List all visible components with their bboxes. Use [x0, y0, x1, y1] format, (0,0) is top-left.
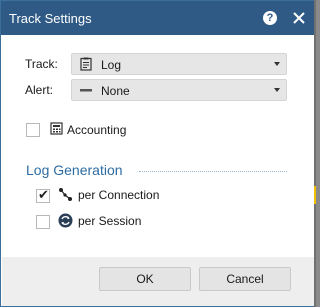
- per-session-label: per Session: [78, 214, 142, 228]
- track-value: Log: [101, 58, 122, 72]
- close-icon: [293, 12, 305, 24]
- chevron-down-icon: [274, 88, 280, 92]
- title-bar[interactable]: Track Settings ?: [1, 1, 315, 35]
- accounting-label: Accounting: [67, 123, 127, 137]
- track-label: Track:: [25, 57, 58, 71]
- log-document-icon: [80, 57, 92, 71]
- background-window-edge: [314, 0, 316, 307]
- alert-value: None: [101, 84, 130, 98]
- accounting-checkbox[interactable]: [26, 123, 40, 137]
- chevron-down-icon: [274, 62, 280, 66]
- per-connection-checkbox[interactable]: ✔: [36, 187, 50, 203]
- connection-icon: [59, 188, 72, 201]
- log-generation-heading: Log Generation: [26, 162, 123, 178]
- dialog-title: Track Settings: [9, 11, 92, 26]
- track-dropdown[interactable]: Log: [71, 53, 287, 75]
- per-connection-label: per Connection: [78, 188, 160, 202]
- track-settings-dialog: Track Settings ? Track: Log Alert: None: [0, 0, 316, 307]
- dash-icon: [80, 89, 92, 92]
- help-button[interactable]: ?: [263, 11, 277, 25]
- session-icon: [58, 213, 73, 228]
- check-icon: ✔: [38, 187, 49, 202]
- calculator-icon: [50, 122, 63, 135]
- ok-button[interactable]: OK: [99, 267, 191, 291]
- close-button[interactable]: [289, 7, 309, 29]
- alert-dropdown[interactable]: None: [71, 79, 287, 101]
- per-session-checkbox[interactable]: [36, 215, 50, 229]
- cancel-button[interactable]: Cancel: [199, 267, 291, 291]
- alert-label: Alert:: [25, 83, 54, 97]
- section-divider: [139, 171, 287, 172]
